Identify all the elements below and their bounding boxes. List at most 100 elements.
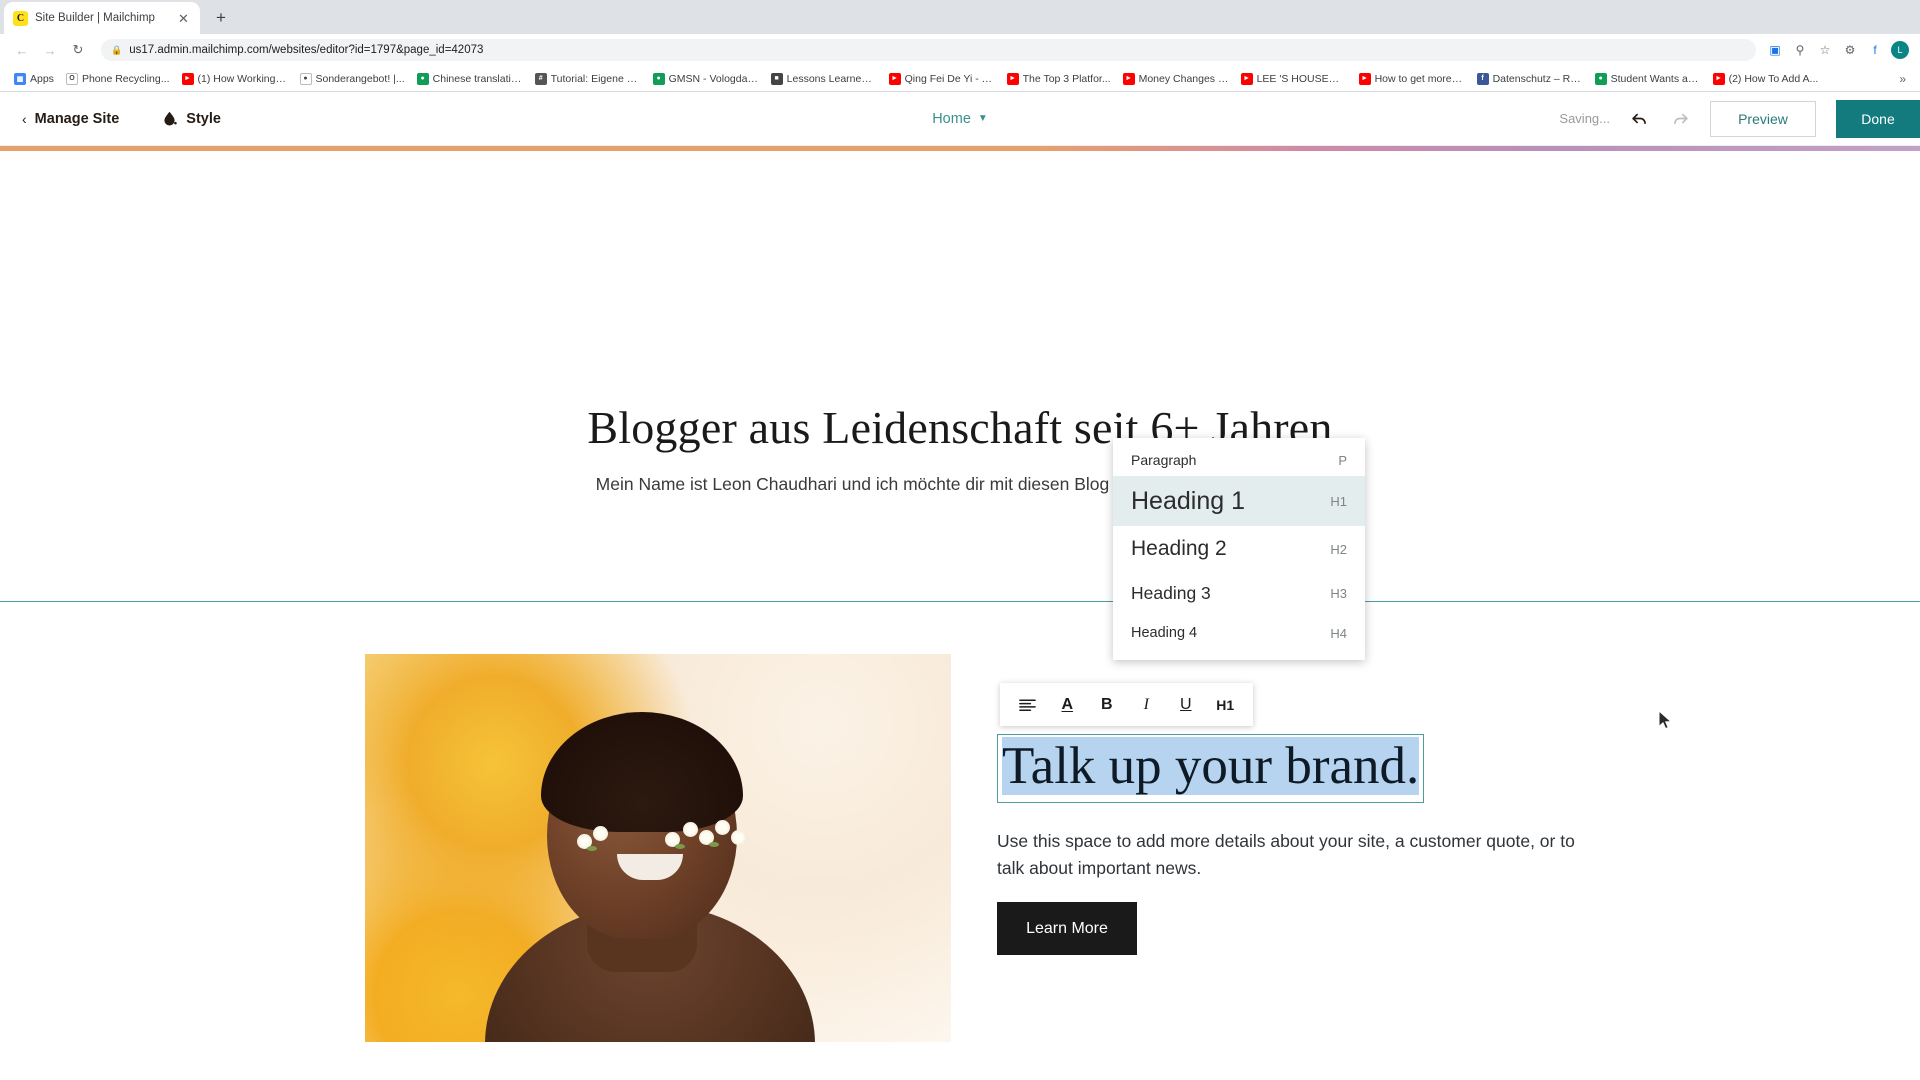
facebook-icon: f (1476, 72, 1489, 85)
photo-flower-icon (731, 830, 746, 845)
bookmark-item[interactable]: ► The Top 3 Platfor... (1001, 69, 1117, 89)
forward-icon[interactable]: → (37, 37, 63, 63)
manage-site-label: Manage Site (34, 110, 120, 127)
align-left-icon[interactable] (1013, 690, 1043, 720)
bookmark-label: Student Wants an... (1610, 72, 1701, 85)
apps-grid-icon: ▦ (14, 72, 26, 85)
bold-icon[interactable]: B (1092, 690, 1122, 720)
bookmark-item[interactable]: ► (2) How To Add A... (1707, 69, 1825, 89)
bookmark-label: The Top 3 Platfor... (1022, 72, 1111, 85)
search-icon[interactable]: ⚲ (1789, 39, 1811, 61)
option-shortcut: H4 (1330, 625, 1347, 641)
site-canvas[interactable]: Blogger aus Leidenschaft seit 6+ Jahren … (0, 146, 1920, 1067)
option-shortcut: H3 (1330, 585, 1347, 601)
manage-site-button[interactable]: ‹ Manage Site (22, 111, 119, 127)
bookmark-item[interactable]: ● Sonderangebot! |... (294, 69, 411, 89)
text-format-toolbar[interactable]: A B I U H1 (1000, 683, 1253, 726)
bookmark-label: Tutorial: Eigene Fa... (550, 72, 641, 85)
feature-heading[interactable]: Talk up your brand. (1002, 737, 1420, 795)
dropdown-option-heading-3[interactable]: Heading 3 H3 (1113, 572, 1365, 614)
page-selector-label: Home (932, 110, 971, 127)
learn-more-button[interactable]: Learn More (997, 902, 1137, 955)
chevron-left-icon: ‹ (22, 110, 27, 127)
bookmark-item[interactable]: f Datenschutz – Re... (1471, 69, 1589, 89)
editor-app-bar: ‹ Manage Site Style Home ▼ Saving... Pre… (0, 92, 1920, 146)
back-icon[interactable]: ← (9, 37, 35, 63)
photo-flower-icon (683, 822, 698, 837)
bookmarks-overflow-button[interactable]: » (1893, 72, 1912, 86)
omnibox-bar: ← → ↻ 🔒 us17.admin.mailchimp.com/website… (0, 34, 1920, 66)
youtube-icon: ► (1122, 72, 1135, 85)
photo-flower-icon (715, 820, 730, 835)
history-controls (1630, 109, 1690, 128)
feature-heading-block[interactable]: Talk up your brand. (997, 734, 1425, 804)
dropdown-option-heading-4[interactable]: Heading 4 H4 (1113, 614, 1365, 652)
style-button[interactable]: Style (161, 110, 221, 127)
bookmark-label: GMSN - Vologda,... (668, 72, 759, 85)
bookmark-item[interactable]: ► Qing Fei De Yi - Y... (883, 69, 1001, 89)
bookmark-label: Phone Recycling... (81, 72, 170, 85)
dropdown-option-heading-2[interactable]: Heading 2 H2 (1113, 526, 1365, 572)
dropdown-option-heading-1[interactable]: Heading 1 H1 (1113, 476, 1365, 526)
preview-button[interactable]: Preview (1710, 100, 1816, 137)
site-favicon-icon: # (534, 72, 547, 85)
tab-favicon-icon: C (13, 10, 28, 26)
bookmark-label: Datenschutz – Re... (1492, 72, 1583, 85)
redo-arrow-icon[interactable] (1671, 109, 1690, 128)
photo-leaf-icon (587, 846, 597, 851)
option-label: Heading 1 (1131, 486, 1245, 515)
page-top-ribbon (0, 146, 1920, 151)
hero-subheading[interactable]: Mein Name ist Leon Chaudhari und ich möc… (0, 474, 1920, 495)
photo-hair-shape (541, 712, 743, 832)
section-divider (0, 601, 1920, 602)
bookmark-item[interactable]: ● Chinese translatio... (411, 69, 529, 89)
site-favicon-icon: ■ (770, 72, 783, 85)
bookmark-item[interactable]: ► LEE 'S HOUSE—... (1235, 69, 1353, 89)
youtube-icon: ► (181, 72, 194, 85)
close-icon[interactable]: ✕ (176, 12, 191, 25)
translate-icon[interactable]: ▣ (1764, 39, 1786, 61)
heading-style-dropdown[interactable]: Paragraph P Heading 1 H1 Heading 2 H2 He… (1113, 438, 1365, 660)
browser-tab[interactable]: C Site Builder | Mailchimp ✕ (4, 2, 200, 34)
chevron-down-icon: ▼ (977, 113, 988, 124)
bookmark-item[interactable]: ● Student Wants an... (1589, 69, 1707, 89)
bookmark-item[interactable]: ► Money Changes E... (1117, 69, 1235, 89)
bookmark-label: (2) How To Add A... (1728, 72, 1819, 85)
browser-chrome: C Site Builder | Mailchimp ✕ + ← → ↻ 🔒 u… (0, 0, 1920, 92)
new-tab-button[interactable]: + (207, 4, 235, 32)
bookmark-item[interactable]: ▦ Apps (8, 69, 60, 89)
bookmark-item[interactable]: O Phone Recycling... (60, 69, 176, 89)
option-shortcut: H1 (1330, 493, 1347, 509)
italic-icon[interactable]: I (1131, 690, 1161, 720)
bookmark-item[interactable]: ● GMSN - Vologda,... (647, 69, 765, 89)
bookmarks-bar: ▦ Apps O Phone Recycling... ► (1) How Wo… (0, 66, 1920, 92)
done-button[interactable]: Done (1836, 99, 1920, 138)
app-bar-right: Saving... Preview Done (1559, 99, 1920, 138)
bookmark-item[interactable]: ► How to get more v... (1353, 69, 1471, 89)
feature-body-text[interactable]: Use this space to add more details about… (997, 828, 1597, 882)
underline-icon[interactable]: U (1171, 690, 1201, 720)
bookmark-item[interactable]: # Tutorial: Eigene Fa... (529, 69, 647, 89)
youtube-icon: ► (1358, 72, 1371, 85)
bookmark-label: Sonderangebot! |... (315, 72, 405, 85)
youtube-icon: ► (1240, 72, 1253, 85)
hero-heading[interactable]: Blogger aus Leidenschaft seit 6+ Jahren (0, 401, 1920, 454)
bookmark-item[interactable]: ■ Lessons Learned f... (765, 69, 883, 89)
text-color-icon[interactable]: A (1052, 690, 1082, 720)
avatar[interactable]: L (1889, 39, 1911, 61)
feature-image[interactable] (365, 654, 951, 1042)
bookmark-item[interactable]: ► (1) How Working a... (176, 69, 294, 89)
reload-icon[interactable]: ↻ (65, 37, 91, 63)
address-bar[interactable]: 🔒 us17.admin.mailchimp.com/websites/edit… (101, 39, 1756, 61)
extension-icon[interactable]: ⚙ (1839, 39, 1861, 61)
bookmark-label: How to get more v... (1374, 72, 1465, 85)
facebook-icon[interactable]: f (1864, 39, 1886, 61)
youtube-icon: ► (1712, 72, 1725, 85)
undo-arrow-icon[interactable] (1630, 109, 1649, 128)
dropdown-option-paragraph[interactable]: Paragraph P (1113, 444, 1365, 476)
url-text: us17.admin.mailchimp.com/websites/editor… (129, 44, 484, 56)
star-icon[interactable]: ☆ (1814, 39, 1836, 61)
heading-style-icon[interactable]: H1 (1210, 690, 1240, 720)
paint-drop-icon (161, 110, 178, 127)
page-selector[interactable]: Home ▼ (932, 111, 988, 127)
